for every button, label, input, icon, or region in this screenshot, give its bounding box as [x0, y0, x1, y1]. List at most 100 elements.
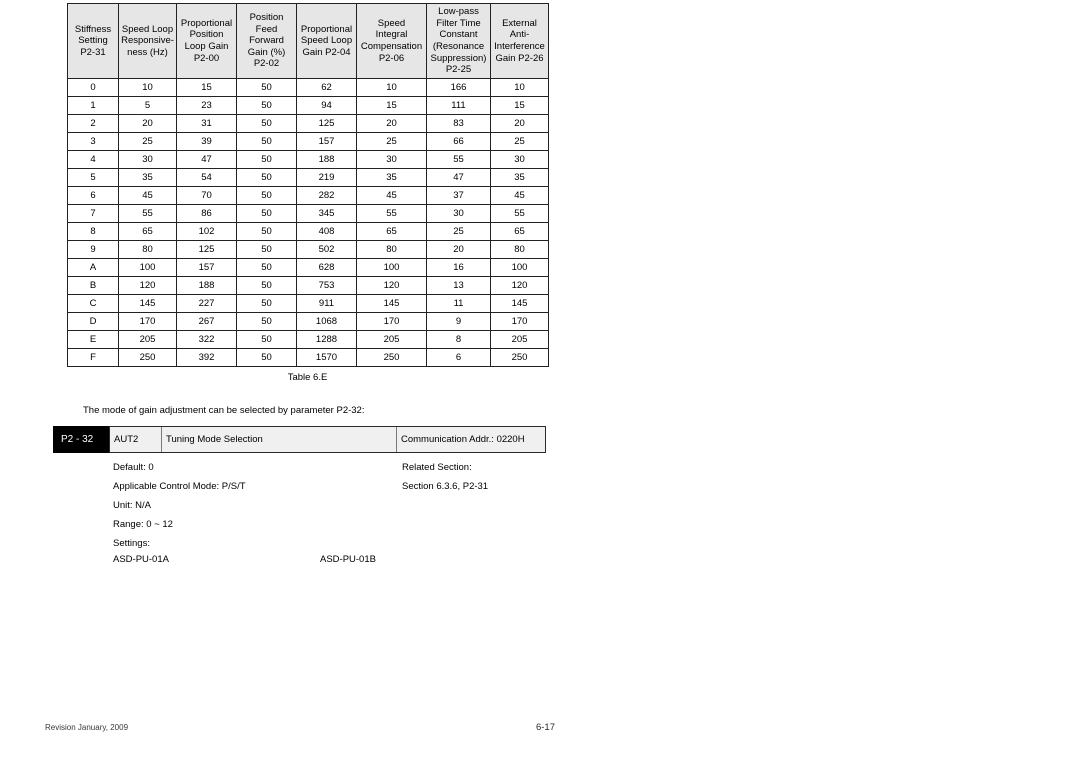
detail-unit: Unit: N/A — [113, 500, 152, 511]
table-cell: 188 — [176, 276, 237, 295]
parameter-header-cells: AUT2 Tuning Mode Selection Communication… — [109, 426, 546, 453]
table-row: A 100 157 50 628 100 16 100 — [67, 258, 549, 277]
parameter-details-right-column: Related Section: Section 6.3.6, P2-31 — [402, 458, 488, 496]
parameter-communication-address: Communication Addr.: 0220H — [401, 434, 525, 445]
table-cell: 30 — [118, 150, 177, 169]
table-cell: 282 — [296, 186, 357, 205]
footer-page-number: 6-17 — [535, 722, 555, 733]
header-line: Integral — [375, 29, 408, 41]
table-cell: 13 — [426, 276, 491, 295]
table-cell: 502 — [296, 240, 357, 259]
table-cell-stiffness-setting: 3 — [67, 132, 119, 151]
table-cell: 9 — [426, 312, 491, 331]
header-line: Stiffness — [74, 23, 112, 35]
table-cell: 911 — [296, 294, 357, 313]
table-cell-stiffness-setting: 6 — [67, 186, 119, 205]
table-cell: 392 — [176, 348, 237, 367]
table-body: 0 10 15 50 62 10 166 10 1 5 23 50 94 15 111 15 2 20 31 50 12… — [67, 78, 549, 367]
table-cell: 35 — [118, 168, 177, 187]
column-header-low-pass-filter-time-constant: Low-pass Filter Time Constant (Resonance… — [426, 3, 491, 79]
table-cell: 166 — [426, 78, 491, 97]
table-cell: 170 — [356, 312, 427, 331]
table-cell: 50 — [236, 186, 297, 205]
table-cell-stiffness-setting: 9 — [67, 240, 119, 259]
header-line: Loop Gain — [184, 41, 229, 52]
table-cell: 250 — [490, 348, 549, 367]
detail-default: Default: 0 — [113, 462, 154, 473]
header-line: Gain (%) — [247, 46, 286, 58]
table-cell: 66 — [426, 132, 491, 151]
gain-parameter-table: Stiffness Setting P2-31 Speed Loop Respo… — [67, 3, 549, 367]
table-cell: 50 — [236, 312, 297, 331]
table-row: C 145 227 50 911 145 11 145 — [67, 294, 549, 313]
table-cell: 219 — [296, 168, 357, 187]
table-cell: 322 — [176, 330, 237, 349]
table-cell: 188 — [296, 150, 357, 169]
table-cell: 45 — [490, 186, 549, 205]
table-cell: 120 — [118, 276, 177, 295]
table-cell: 102 — [176, 222, 237, 241]
detail-related-section-label: Related Section: — [402, 462, 472, 473]
table-cell: 145 — [356, 294, 427, 313]
table-cell: 120 — [356, 276, 427, 295]
header-line: Gain P2-26 — [495, 52, 544, 64]
table-cell: 70 — [176, 186, 237, 205]
table-row: 2 20 31 50 125 20 83 20 — [67, 114, 549, 133]
table-cell: 10 — [356, 78, 427, 97]
table-cell: 62 — [296, 78, 357, 97]
table-cell: 65 — [490, 222, 549, 241]
table-cell: 157 — [296, 132, 357, 151]
table-cell: 100 — [490, 258, 549, 277]
table-cell: 55 — [356, 204, 427, 223]
page-footer: Revision January, 2009 6-17 — [45, 722, 555, 733]
table-cell: 55 — [490, 204, 549, 223]
table-cell: 20 — [118, 114, 177, 133]
table-cell: 8 — [426, 330, 491, 349]
table-cell: 408 — [296, 222, 357, 241]
table-cell: 45 — [356, 186, 427, 205]
header-line: P2-00 — [193, 52, 220, 64]
footer-revision: Revision January, 2009 — [45, 723, 129, 732]
table-row: 7 55 86 50 345 55 30 55 — [67, 204, 549, 223]
table-cell: 125 — [296, 114, 357, 133]
table-cell: 55 — [426, 150, 491, 169]
column-header-stiffness-setting: Stiffness Setting P2-31 — [67, 3, 119, 79]
table-cell: 145 — [118, 294, 177, 313]
table-cell: 86 — [176, 204, 237, 223]
model-label-asd-pu-01b: ASD-PU-01B — [320, 554, 376, 565]
header-line: P2-06 — [378, 52, 405, 64]
header-line: Filter Time — [436, 17, 481, 29]
table-cell: 1288 — [296, 330, 357, 349]
table-cell: 50 — [236, 204, 297, 223]
table-cell: 25 — [118, 132, 177, 151]
table-cell: 120 — [490, 276, 549, 295]
table-cell: 30 — [490, 150, 549, 169]
column-header-external-anti-interference-gain: External Anti- Interference Gain P2-26 — [490, 3, 549, 79]
table-cell: 65 — [356, 222, 427, 241]
column-header-speed-loop-responsiveness: Speed Loop Responsive- ness (Hz) — [118, 3, 177, 79]
table-cell: 50 — [236, 150, 297, 169]
detail-applicable-control-mode: Applicable Control Mode: P/S/T — [113, 481, 246, 492]
table-cell-stiffness-setting: 8 — [67, 222, 119, 241]
parameter-code-badge: P2 - 32 — [53, 426, 109, 453]
table-cell: 111 — [426, 96, 491, 115]
header-line: Suppression) — [430, 52, 487, 64]
header-line: Speed Loop — [300, 35, 353, 47]
table-cell: 35 — [356, 168, 427, 187]
table-cell: 54 — [176, 168, 237, 187]
header-line: Setting — [78, 35, 108, 47]
header-line: P2-25 — [445, 64, 472, 76]
table-row: 5 35 54 50 219 35 47 35 — [67, 168, 549, 187]
table-cell: 30 — [356, 150, 427, 169]
table-row: F 250 392 50 1570 250 6 250 — [67, 348, 549, 367]
table-cell: 50 — [236, 168, 297, 187]
header-line: P2-02 — [253, 58, 280, 70]
table-cell: 15 — [176, 78, 237, 97]
table-cell-stiffness-setting: 2 — [67, 114, 119, 133]
table-cell: 50 — [236, 258, 297, 277]
table-row: 8 65 102 50 408 65 25 65 — [67, 222, 549, 241]
table-cell: 45 — [118, 186, 177, 205]
column-header-position-feed-forward-gain: Position Feed Forward Gain (%) P2-02 — [236, 3, 297, 79]
table-cell: 23 — [176, 96, 237, 115]
table-cell: 83 — [426, 114, 491, 133]
